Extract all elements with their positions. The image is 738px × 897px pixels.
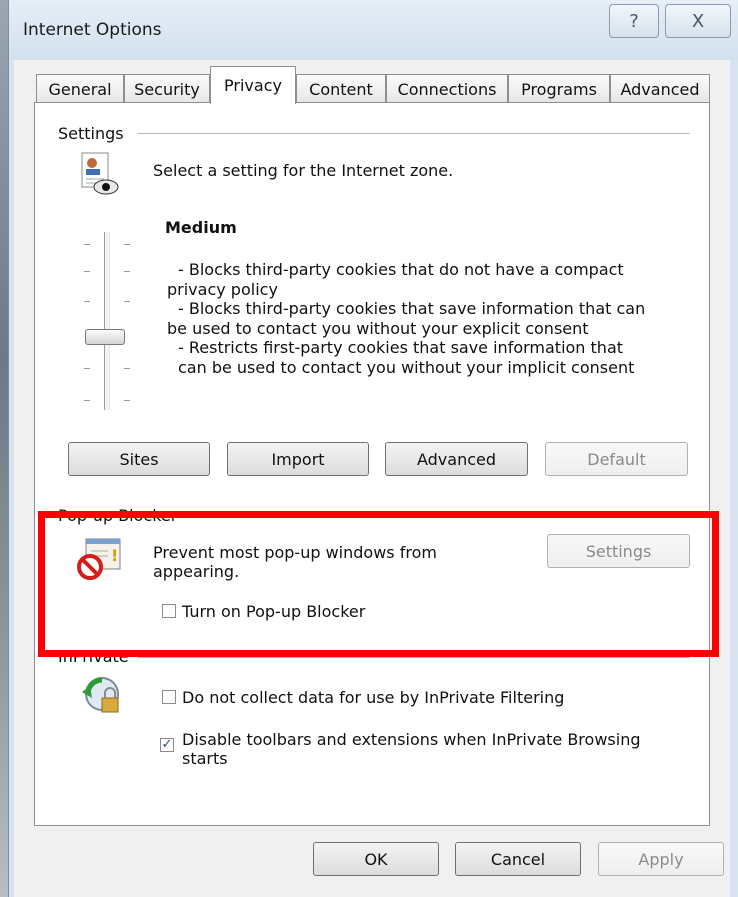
import-button[interactable]: Import (227, 442, 369, 476)
help-button[interactable]: ? (609, 4, 659, 38)
tab-privacy[interactable]: Privacy (210, 66, 296, 104)
close-icon: X (691, 10, 705, 32)
description-line: can be used to contact you without your … (178, 357, 635, 377)
privacy-level-name: Medium (165, 218, 237, 237)
tab-advanced[interactable]: Advanced (610, 74, 710, 103)
ok-button[interactable]: OK (313, 842, 439, 876)
slider-tick (124, 400, 130, 401)
window-title: Internet Options (23, 20, 162, 40)
disable-toolbars-label[interactable]: Disable toolbars and extensions when InP… (182, 730, 640, 768)
description-line: - Blocks third-party cookies that save i… (178, 299, 646, 318)
highlight-box (38, 511, 719, 657)
zone-description: Select a setting for the Internet zone. (153, 161, 454, 180)
desktop-background-strip (0, 0, 8, 897)
tab-connections[interactable]: Connections (386, 74, 508, 103)
tab-programs[interactable]: Programs (508, 74, 610, 103)
privacy-document-eye-icon (81, 152, 119, 195)
inprivate-lock-icon (82, 677, 119, 713)
close-button[interactable]: X (665, 4, 731, 38)
advanced-button[interactable]: Advanced (385, 442, 528, 476)
slider-tick (124, 368, 130, 369)
inprivate-filtering-checkbox[interactable] (162, 690, 176, 704)
tab-content[interactable]: Content (296, 74, 386, 103)
cancel-button[interactable]: Cancel (455, 842, 581, 876)
slider-tick (124, 301, 130, 302)
slider-tick (124, 244, 130, 245)
slider-tick (124, 271, 130, 272)
description-line: be used to contact you without your expl… (167, 318, 589, 338)
tab-security[interactable]: Security (124, 74, 210, 103)
slider-tick (84, 368, 90, 369)
checkmark-icon: ✓ (161, 737, 173, 752)
description-line: - Restricts first-party cookies that sav… (178, 338, 624, 357)
disable-toolbars-label-line: starts (182, 749, 228, 768)
apply-button[interactable]: Apply (598, 842, 724, 876)
settings-group-divider (138, 133, 690, 134)
disable-toolbars-checkbox[interactable]: ✓ (160, 738, 174, 752)
default-button[interactable]: Default (545, 442, 688, 476)
description-line: privacy policy (167, 279, 278, 299)
slider-thumb[interactable] (85, 329, 125, 345)
description-line: - Blocks third-party cookies that do not… (178, 260, 624, 279)
inprivate-filtering-label[interactable]: Do not collect data for use by InPrivate… (182, 688, 564, 707)
sites-button[interactable]: Sites (68, 442, 210, 476)
privacy-level-description: - Blocks third-party cookies that do not… (167, 260, 687, 377)
slider-tick (84, 301, 90, 302)
settings-group-label: Settings (58, 124, 130, 143)
tab-general[interactable]: General (36, 74, 124, 103)
slider-tick (84, 400, 90, 401)
slider-track[interactable] (104, 232, 110, 410)
disable-toolbars-label-line: Disable toolbars and extensions when InP… (182, 730, 641, 749)
slider-tick (84, 244, 90, 245)
inprivate-group-divider (138, 657, 690, 658)
slider-tick (84, 271, 90, 272)
title-bar: Internet Options ? X (9, 0, 738, 60)
help-icon: ? (629, 10, 639, 32)
